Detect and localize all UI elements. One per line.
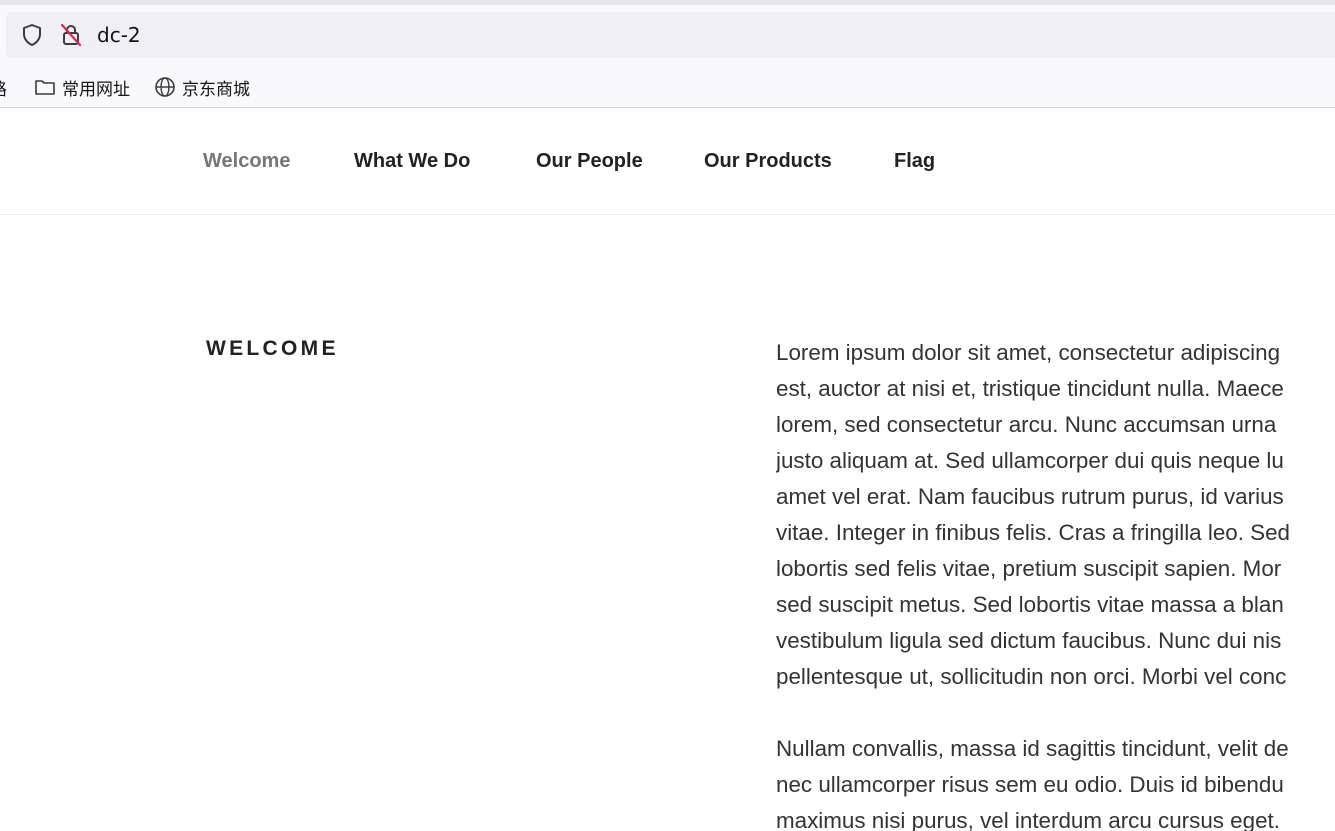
browser-chrome: dc-2 路 常用网址 京东商城 [0,0,1335,108]
text-line: vestibulum ligula sed dictum faucibus. N… [776,628,1282,653]
text-line: amet vel erat. Nam faucibus rutrum purus… [776,484,1284,509]
text-line: vitae. Integer in finibus felis. Cras a … [776,520,1291,545]
paragraph: Lorem ipsum dolor sit amet, consectetur … [776,335,1335,695]
page-title: WELCOME [206,337,339,360]
tab-strip-edge [0,0,1335,5]
text-line: justo aliquam at. Sed ullamcorper dui qu… [776,448,1284,473]
text-line: lobortis sed felis vitae, pretium suscip… [776,556,1282,581]
nav-item-our-people[interactable]: Our People [536,148,643,174]
nav-item-flag[interactable]: Flag [894,148,935,174]
bookmark-folder[interactable]: 常用网址 [34,74,130,100]
bookmarks-bar: 路 常用网址 京东商城 [0,70,1335,104]
main-navigation: Welcome What We Do Our People Our Produc… [0,108,1335,214]
paragraph: Nullam convallis, massa id sagittis tinc… [776,731,1335,831]
text-line: est, auctor at nisi et, tristique tincid… [776,376,1284,401]
text-line: Nullam convallis, massa id sagittis tinc… [776,736,1289,761]
text-line: sed suscipit metus. Sed lobortis vitae m… [776,592,1284,617]
text-line: Lorem ipsum dolor sit amet, consectetur … [776,340,1281,365]
bookmark-label: 路 [0,75,7,100]
nav-item-welcome[interactable]: Welcome [203,148,290,174]
text-line: pellentesque ut, sollicitudin non orci. … [776,664,1287,689]
bookmark-label: 常用网址 [62,79,130,100]
folder-icon [34,76,56,98]
text-line: lorem, sed consectetur arcu. Nunc accums… [776,412,1277,437]
nav-item-what-we-do[interactable]: What We Do [354,148,470,174]
nav-item-our-products[interactable]: Our Products [704,148,832,174]
bookmark-item[interactable]: 路 [0,74,7,100]
nav-divider [0,214,1335,215]
shield-icon[interactable] [20,23,44,47]
text-line: maximus nisi purus, vel interdum arcu cu… [776,808,1280,831]
insecure-lock-icon[interactable] [58,22,84,48]
globe-icon [154,76,176,98]
bookmark-item[interactable]: 京东商城 [154,74,250,100]
bookmark-label: 京东商城 [182,79,250,100]
entry-content: Lorem ipsum dolor sit amet, consectetur … [776,335,1335,831]
address-bar[interactable]: dc-2 [6,12,1335,58]
text-line: nec ullamcorper risus sem eu odio. Duis … [776,772,1284,797]
url-text[interactable]: dc-2 [97,23,141,47]
